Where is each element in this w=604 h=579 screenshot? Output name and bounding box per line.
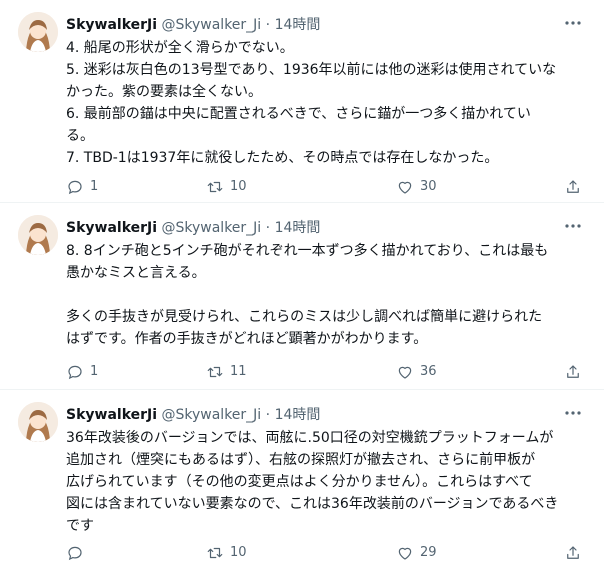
retweet-button[interactable]: 11 [206,361,247,383]
tweet-line: はずです。作者の手抜きがどれほど顕著かがわかります。 [66,331,428,347]
retweet-count: 10 [230,179,247,194]
like-icon [398,547,412,560]
avatar[interactable] [18,402,58,442]
retweet-icon [207,366,223,378]
tweet-line: 追加され（煙突にもあるはず）、右舷の探照灯が撤去され、さらに前甲板が [66,452,536,468]
action-bar: 10 29 [66,542,584,564]
tweet-line: 7. TBD-1は1937年に就役したため、その時点では存在しなかった。 [66,150,499,166]
display-name[interactable]: SkywalkerJi [66,17,157,33]
separator: · [265,220,271,236]
reply-count: 1 [90,179,99,194]
reply-count: 1 [90,364,99,379]
action-bar: 1 10 30 [66,176,584,198]
share-button[interactable] [564,176,582,198]
handle[interactable]: @Skywalker_Ji [162,220,262,236]
reply-icon [68,546,82,561]
reply-button[interactable]: 1 [66,361,98,383]
reply-button[interactable]: 1 [66,176,98,198]
retweet-icon [207,547,223,559]
like-button[interactable]: 29 [396,542,437,564]
avatar[interactable] [18,12,58,52]
separator: · [265,407,271,423]
like-count: 29 [420,545,437,560]
tweet-text: 8. 8インチ砲と5インチ砲がそれぞれ一本ずつ多く描かれており、これは最も 愚か… [66,240,582,350]
share-icon [567,365,579,378]
tweet-line: 図には含まれていない要素なので、これは36年改装前のバージョンであるべき [66,496,559,512]
tweet-header: SkywalkerJi @Skywalker_Ji · 14時間 [66,404,584,426]
tweet-header: SkywalkerJi @Skywalker_Ji · 14時間 [66,217,584,239]
timestamp[interactable]: 14時間 [275,407,321,423]
more-icon[interactable] [562,215,584,237]
tweet-line: 愚かなミスと言える。 [66,265,206,281]
tweet[interactable]: SkywalkerJi @Skywalker_Ji · 14時間 8. 8インチ… [0,203,604,390]
handle[interactable]: @Skywalker_Ji [162,407,262,423]
tweet-line: る。 [66,128,94,144]
separator: · [265,17,271,33]
like-button[interactable]: 30 [396,176,437,198]
tweet-line: 多くの手抜きが見受けられ、これらのミスは少し調べれば簡単に避けられた [66,309,543,325]
like-count: 30 [420,179,437,194]
tweet-line: かった。紫の要素は全くない。 [66,84,262,100]
like-icon [398,366,412,379]
like-icon [398,181,412,194]
retweet-count: 11 [230,364,247,379]
more-icon[interactable] [562,12,584,34]
display-name[interactable]: SkywalkerJi [66,220,157,236]
timestamp[interactable]: 14時間 [275,17,321,33]
more-icon[interactable] [562,402,584,424]
share-button[interactable] [564,542,582,564]
avatar[interactable] [18,215,58,255]
action-bar: 1 11 36 [66,361,584,383]
reply-button[interactable] [66,542,90,564]
tweet-header: SkywalkerJi @Skywalker_Ji · 14時間 [66,14,584,36]
tweet-line: 6. 最前部の錨は中央に配置されるべきで、さらに錨が一つ多く描かれてい [66,106,531,122]
tweet-line: 36年改装後のバージョンでは、両舷に.50口径の対空機銃プラットフォームが [66,430,554,446]
handle[interactable]: @Skywalker_Ji [162,17,262,33]
share-button[interactable] [564,361,582,383]
timestamp[interactable]: 14時間 [275,220,321,236]
tweet-line [66,284,582,306]
share-icon [567,546,579,559]
tweet[interactable]: SkywalkerJi @Skywalker_Ji · 14時間 4. 船尾の形… [0,0,604,203]
retweet-button[interactable]: 10 [206,542,247,564]
retweet-button[interactable]: 10 [206,176,247,198]
retweet-count: 10 [230,545,247,560]
tweet-text: 36年改装後のバージョンでは、両舷に.50口径の対空機銃プラットフォームが 追加… [66,427,582,537]
tweet-line: 4. 船尾の形状が全く滑らかでない。 [66,40,294,56]
share-icon [567,180,579,193]
reply-icon [68,180,82,195]
display-name[interactable]: SkywalkerJi [66,407,157,423]
reply-icon [68,365,82,380]
tweet-line: 広げられています（その他の変更点はよく分かりません）。これらはすべて [66,474,533,490]
tweet-line: 5. 迷彩は灰白色の13号型であり、1936年以前には他の迷彩は使用されていな [66,62,557,78]
tweet-line: 8. 8インチ砲と5インチ砲がそれぞれ一本ずつ多く描かれており、これは最も [66,243,549,259]
retweet-icon [207,181,223,193]
tweet[interactable]: SkywalkerJi @Skywalker_Ji · 14時間 36年改装後の… [0,390,604,579]
like-count: 36 [420,364,437,379]
tweet-text: 4. 船尾の形状が全く滑らかでない。 5. 迷彩は灰白色の13号型であり、193… [66,37,582,169]
tweet-line: です [66,518,94,534]
like-button[interactable]: 36 [396,361,437,383]
